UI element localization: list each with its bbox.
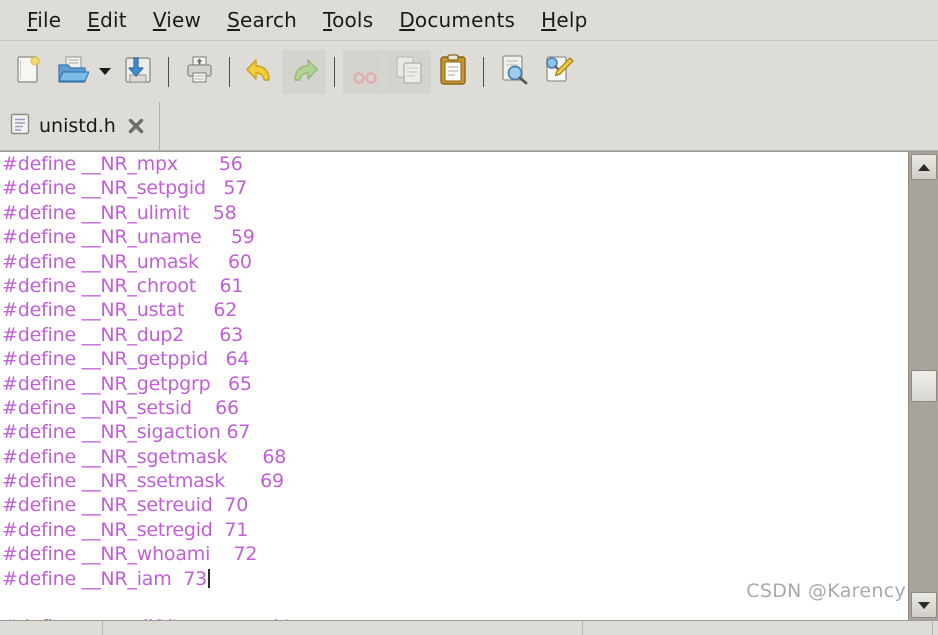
open-folder-icon [55, 53, 90, 91]
toolbar-separator [168, 56, 169, 87]
code-line: #define __NR_setregid 71 [2, 518, 249, 541]
code-line: #define __NR_umask 60 [2, 250, 252, 273]
toolbar-button-copy [387, 49, 431, 94]
status-cell-1 [0, 621, 103, 635]
toolbar-button-new[interactable] [6, 50, 50, 94]
code-line: #define __NR_whoami 72 [2, 543, 258, 566]
save-icon [121, 53, 155, 91]
status-cell-3 [583, 621, 933, 635]
status-bar [0, 620, 938, 635]
open-recent-dropdown-button[interactable] [94, 50, 116, 94]
menu-mnemonic: E [87, 8, 101, 32]
find-icon [497, 53, 531, 91]
toolbar-button-redo [282, 49, 326, 94]
code-line: #define __NR_setpgid 57 [2, 177, 248, 200]
tab-bar: unistd.h [0, 102, 938, 151]
menu-item-tools[interactable]: Tools [310, 6, 386, 34]
toolbar-button-find[interactable] [492, 50, 536, 94]
code-line: #define __NR_sigaction 67 [2, 421, 251, 444]
chevron-down-icon [99, 68, 111, 75]
menu-item-view[interactable]: View [140, 6, 214, 34]
redo-icon [287, 53, 321, 91]
menu-mnemonic: H [541, 8, 557, 32]
toolbar-separator [334, 56, 335, 87]
code-line: #define __NR_ulimit 58 [2, 201, 237, 224]
code-line: #define __NR_mpx 56 [2, 153, 243, 175]
text-file-icon [10, 113, 30, 139]
code-line-partial: #define _syscall0(type,name) \ [2, 615, 908, 620]
menu-mnemonic: V [152, 8, 167, 32]
code-line: #define __NR_sgetmask 68 [2, 445, 287, 468]
menu-mnemonic: T [323, 8, 333, 32]
tab-unistd-h[interactable]: unistd.h [0, 102, 160, 150]
copy-icon [392, 53, 426, 91]
scrollbar-thumb[interactable] [911, 370, 937, 402]
cut-icon [348, 53, 382, 91]
menu-item-help[interactable]: Help [528, 6, 600, 34]
toolbar-button-replace[interactable] [536, 50, 580, 94]
code-line: #define __NR_chroot 61 [2, 274, 244, 297]
toolbar-button-open[interactable] [50, 50, 94, 94]
code-line: #define __NR_dup2 63 [2, 323, 243, 346]
paste-icon [436, 53, 470, 91]
toolbar-button-cut [343, 49, 387, 94]
vertical-scrollbar[interactable] [908, 152, 938, 620]
code-line: #define __NR_getppid 64 [2, 348, 250, 371]
editor-area: #define __NR_mpx 56 #define __NR_setpgid … [0, 151, 938, 620]
menu-mnemonic: D [399, 8, 415, 32]
toolbar-button-undo[interactable] [238, 50, 282, 94]
tab-label: unistd.h [39, 115, 116, 137]
menu-item-file[interactable]: File [14, 6, 74, 34]
code-line: #define __NR_setsid 66 [2, 396, 239, 419]
scroll-up-button[interactable] [911, 154, 937, 180]
undo-icon [243, 53, 277, 91]
code-line: #define __NR_uname 59 [2, 226, 255, 249]
replace-icon [541, 53, 575, 91]
code-line: #define __NR_ustat 62 [2, 299, 238, 322]
toolbar-separator [229, 56, 230, 87]
code-line: #define __NR_setreuid 70 [2, 494, 249, 517]
tab-close-icon[interactable] [125, 115, 147, 137]
menu-bar: File Edit View Search Tools Documents Help [0, 0, 938, 41]
menu-item-edit[interactable]: Edit [74, 6, 140, 34]
toolbar-button-paste[interactable] [431, 50, 475, 94]
code-line: #define __NR_ssetmask 69 [2, 470, 284, 493]
menu-mnemonic: F [27, 8, 38, 32]
print-icon [182, 53, 216, 91]
menu-mnemonic: S [227, 8, 241, 32]
code-line: #define __NR_getpgrp 65 [2, 372, 252, 395]
text-editor-window: File Edit View Search Tools Documents Help [0, 0, 938, 635]
toolbar [0, 41, 938, 103]
toolbar-button-print[interactable] [177, 50, 221, 94]
scroll-down-button[interactable] [911, 592, 937, 618]
toolbar-separator [483, 56, 484, 87]
triangle-down-icon [918, 601, 930, 609]
status-cell-2 [103, 621, 583, 635]
toolbar-button-save[interactable] [116, 50, 160, 94]
code-line: #define __NR_iam 73 [2, 567, 908, 591]
triangle-up-icon [918, 163, 930, 171]
code-text-view[interactable]: #define __NR_mpx 56 #define __NR_setpgid … [0, 152, 908, 620]
menu-item-documents[interactable]: Documents [386, 6, 528, 34]
menu-item-search[interactable]: Search [214, 6, 310, 34]
new-document-icon [11, 53, 45, 91]
text-caret [208, 568, 211, 588]
tab-bar-empty-area [159, 102, 938, 150]
